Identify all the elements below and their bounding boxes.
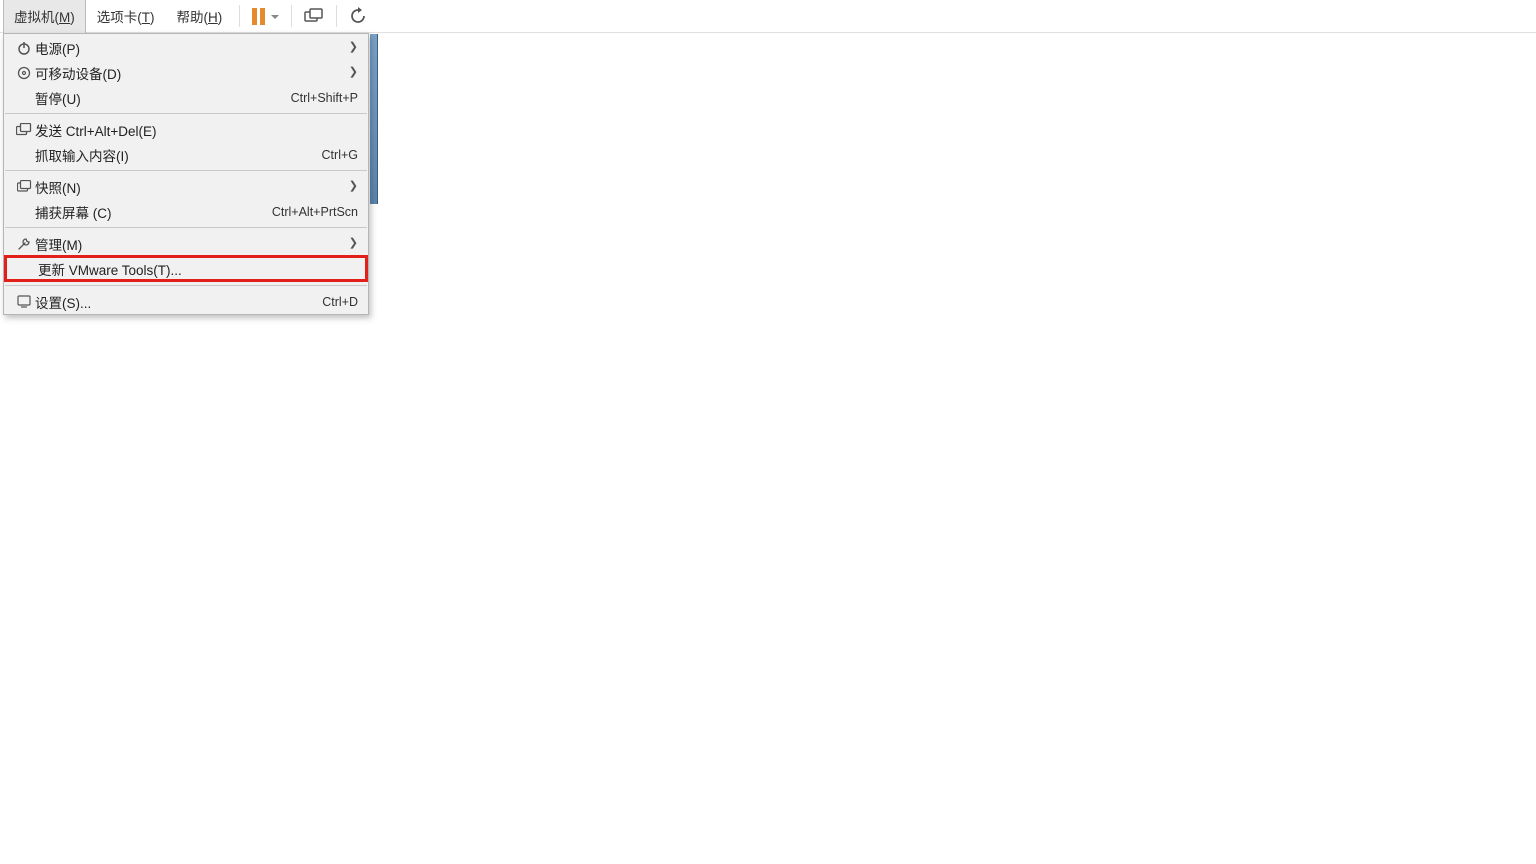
menu-item-shortcut: Ctrl+G [322,148,360,162]
send-cad-icon [304,8,324,24]
menu-help-label-pre: 帮助( [177,10,209,25]
menu-item-shortcut: Ctrl+D [322,295,360,309]
menubar: 虚拟机(M) 选项卡(T) 帮助(H) [0,0,1536,33]
menu-tabs[interactable]: 选项卡(T) [86,0,166,34]
revert-icon [349,7,367,25]
chevron-right-icon: ❯ [349,67,360,78]
menu-help-label-suf: ) [218,10,223,25]
menu-item-label: 更新 VMware Tools(T)... [38,259,357,279]
menu-help[interactable]: 帮助(H) [166,0,234,34]
disc-icon [13,66,35,80]
menu-item-pause[interactable]: 暂停(U) Ctrl+Shift+P [4,85,368,110]
menu-item-shortcut: Ctrl+Shift+P [291,91,360,105]
pause-button[interactable] [246,0,285,33]
menu-item-snapshot[interactable]: 快照(N) ❯ [4,174,368,199]
menu-item-label: 可移动设备(D) [35,63,349,83]
toolbar-separator [291,5,292,27]
menu-item-update-tools[interactable]: 更新 VMware Tools(T)... [4,255,368,282]
chevron-right-icon: ❯ [349,42,360,53]
menu-item-label: 快照(N) [35,177,349,197]
menu-item-shortcut: Ctrl+Alt+PrtScn [272,205,360,219]
menu-item-power[interactable]: 电源(P) ❯ [4,35,368,60]
pause-icon [252,8,265,25]
settings-icon [13,295,35,308]
menu-item-label: 抓取输入内容(I) [35,145,322,165]
chevron-down-icon[interactable] [271,15,279,19]
vm-menu: 电源(P) ❯ 可移动设备(D) ❯ 暂停(U) Ctrl+Shift+P 发送… [3,33,369,315]
snapshot-icon [13,180,35,193]
menu-vm-accel: M [59,10,70,25]
chevron-right-icon: ❯ [349,181,360,192]
menu-separator [5,227,367,228]
guest-background [370,34,378,204]
send-cad-icon [13,123,35,136]
menu-item-manage[interactable]: 管理(M) ❯ [4,231,368,256]
menu-item-capture[interactable]: 捕获屏幕 (C) Ctrl+Alt+PrtScn [4,199,368,224]
toolbar-separator [336,5,337,27]
toolbar-separator [239,5,240,27]
wrench-icon [13,237,35,251]
chevron-right-icon: ❯ [349,238,360,249]
send-cad-button[interactable] [298,0,330,33]
menu-item-removable[interactable]: 可移动设备(D) ❯ [4,60,368,85]
menu-item-send-cad[interactable]: 发送 Ctrl+Alt+Del(E) [4,117,368,142]
menu-tabs-accel: T [142,10,150,25]
menu-vm-label-pre: 虚拟机( [14,10,59,25]
menu-tabs-label-suf: ) [150,10,155,25]
menu-tabs-label-pre: 选项卡( [97,10,142,25]
menu-separator [5,113,367,114]
power-icon [13,41,35,55]
menu-separator [5,170,367,171]
menu-item-settings[interactable]: 设置(S)... Ctrl+D [4,289,368,314]
menu-item-label: 捕获屏幕 (C) [35,202,272,222]
menu-item-label: 暂停(U) [35,88,291,108]
menu-item-label: 管理(M) [35,234,349,254]
menu-item-label: 发送 Ctrl+Alt+Del(E) [35,120,360,140]
menu-vm[interactable]: 虚拟机(M) [3,0,86,34]
revert-button[interactable] [343,0,373,33]
menu-separator [5,285,367,286]
menu-vm-label-suf: ) [70,10,75,25]
menu-help-accel: H [208,10,218,25]
menu-item-label: 设置(S)... [35,292,322,312]
menu-item-grab-input[interactable]: 抓取输入内容(I) Ctrl+G [4,142,368,167]
menu-item-label: 电源(P) [35,38,349,58]
